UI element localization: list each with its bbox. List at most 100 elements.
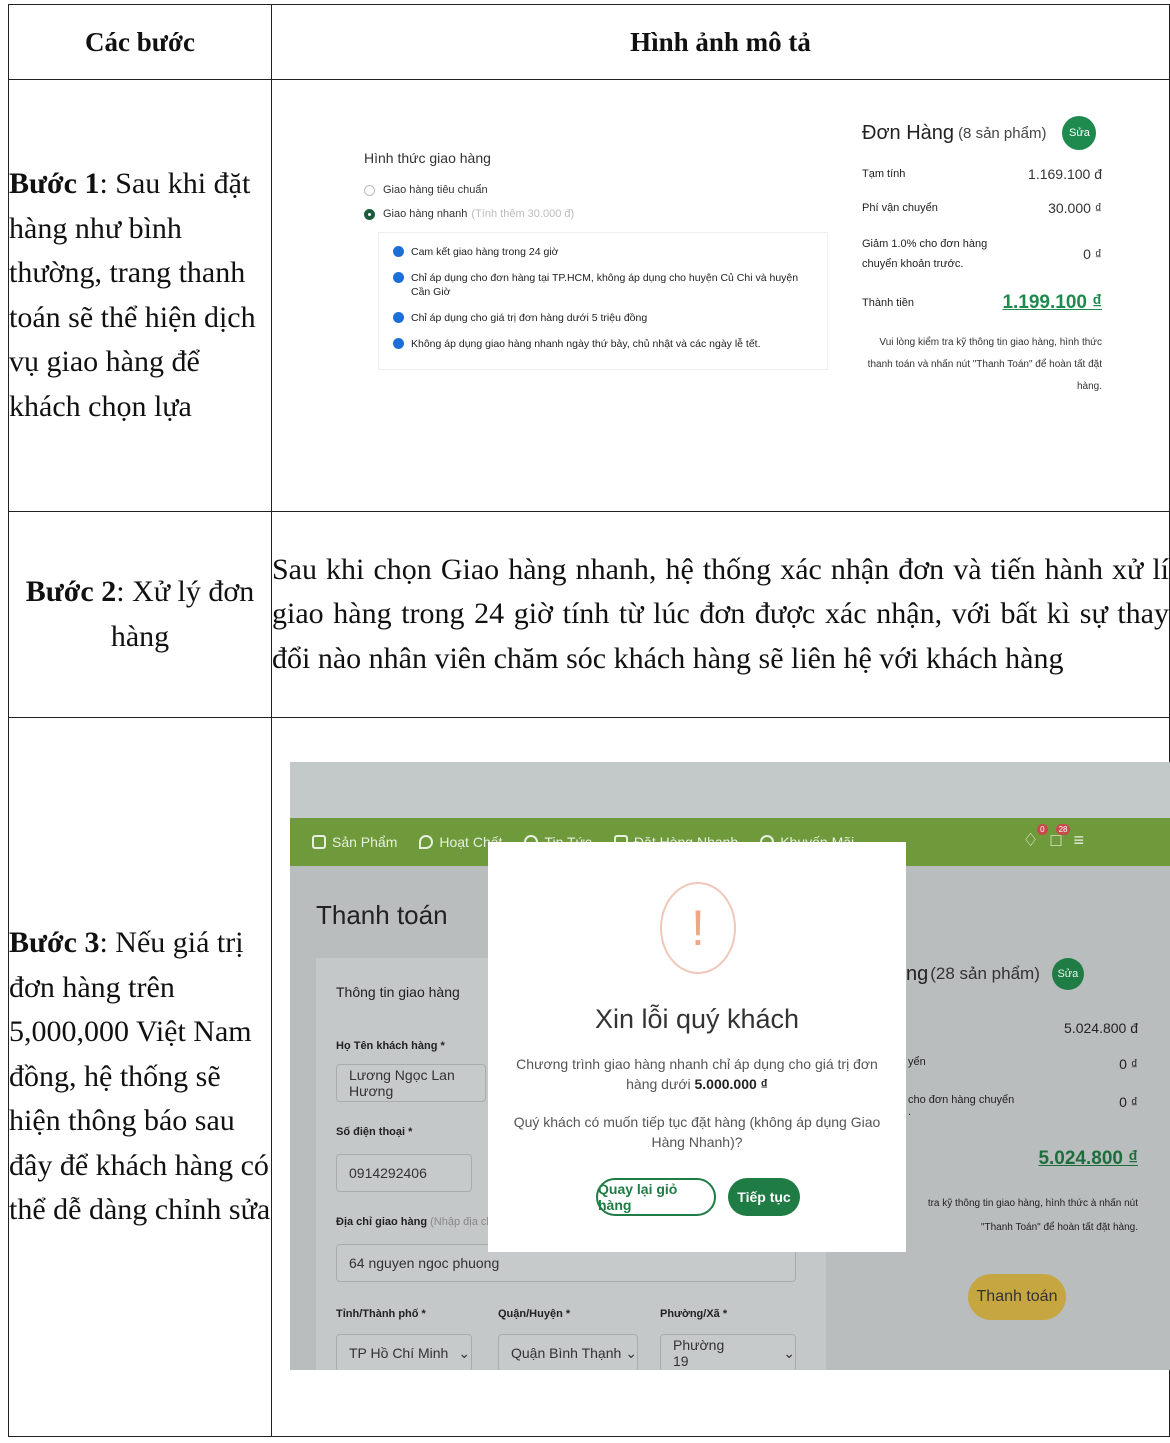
steps-table: Các bước Hình ảnh mô tả Bước 1: Sau khi …	[8, 4, 1170, 1437]
step2-title: Bước 2	[25, 575, 117, 608]
radio-standard-icon[interactable]	[364, 184, 375, 196]
discount-label: Giảm 1.0% cho đơn hàng chuyển khoản trướ…	[862, 238, 988, 270]
page-title: Thanh toán	[316, 900, 448, 930]
step2-cell: Bước 2: Xử lý đơn hàng	[8, 511, 272, 718]
discount-row: Giảm 1.0% cho đơn hàng chuyển khoản trướ…	[862, 234, 1102, 274]
shipping-title: Hình thức giao hàng	[364, 150, 491, 166]
tag-icon	[312, 835, 326, 849]
step1-text: : Sau khi đặt hàng như bình thường, tran…	[9, 167, 256, 423]
order-count: (8 sản phẩm)	[958, 124, 1047, 142]
discount-label: cho đơn hàng chuyển.	[908, 1094, 1014, 1118]
ward-label: Phường/Xã *	[660, 1308, 728, 1320]
shipping-value: 0 ₫	[1119, 1056, 1138, 1072]
info-icon	[393, 312, 404, 323]
header-steps: Các bước	[8, 4, 272, 80]
discount-value: 0 ₫	[1083, 246, 1102, 262]
order-header: Đơn Hàng (8 sản phẩm) Sửa	[862, 116, 1102, 150]
total-row: 5.024.800 ₫	[908, 1148, 1138, 1170]
name-input[interactable]: Lương Ngọc Lan Hương	[336, 1064, 486, 1102]
option-express-label: Giao hàng nhanh	[383, 208, 468, 220]
edit-order-button[interactable]: Sửa	[1051, 958, 1084, 990]
info-item: Cam kết giao hàng trong 24 giờ	[393, 245, 813, 259]
step2-description: Sau khi chọn Giao hàng nhanh, hệ thống x…	[271, 511, 1170, 718]
back-to-cart-button[interactable]: Quay lại giỏ hàng	[596, 1178, 716, 1216]
order-note: Vui lòng kiểm tra kỹ thông tin giao hàng…	[867, 337, 1102, 392]
district-select[interactable]: Quận Bình Thạnh ⌄	[498, 1334, 638, 1370]
shipping-row: yển 0 ₫	[908, 1056, 1138, 1072]
info-icon	[393, 272, 404, 283]
info-item: Chỉ áp dụng cho giá trị đơn hàng dưới 5 …	[393, 311, 813, 325]
address-label-text: Địa chỉ giao hàng	[336, 1216, 428, 1228]
info-text: Không áp dụng giao hàng nhanh ngày thứ b…	[411, 338, 761, 350]
info-text: Cam kết giao hàng trong 24 giờ	[411, 246, 559, 258]
shipping-screenshot: Hình thức giao hàng Giao hàng tiêu chuẩn…	[272, 80, 1169, 511]
phone-input[interactable]: 0914292406	[336, 1154, 472, 1192]
chevron-down-icon: ⌄	[783, 1344, 795, 1361]
warning-icon: !	[660, 882, 736, 974]
bell-icon[interactable]: ♢ 0	[1022, 824, 1048, 851]
chevron-down-icon: ⌄	[625, 1344, 637, 1361]
step3-image-cell: Sản Phẩm Hoạt Chất Tin Tức Đặt Hàng Nhan…	[271, 717, 1170, 1437]
nav-label: Sản Phẩm	[332, 834, 398, 850]
info-icon	[393, 338, 404, 349]
option-express-note: (Tính thêm 30.000 đ)	[471, 208, 575, 220]
discount-row: cho đơn hàng chuyển. 0 ₫	[908, 1094, 1138, 1118]
info-icon	[393, 246, 404, 257]
discount-label-text: cho đơn hàng chuyển	[908, 1094, 1015, 1106]
address-hint: (Nhập địa chỉ	[430, 1216, 495, 1228]
shipping-fee-value: 30.000 ₫	[1048, 200, 1102, 216]
cart-icon[interactable]: □ 28	[1051, 824, 1071, 851]
ward-select[interactable]: Phường 19 ⌄	[660, 1334, 796, 1370]
city-value: TP Hồ Chí Minh	[349, 1345, 449, 1361]
express-info-box: Cam kết giao hàng trong 24 giờ Chỉ áp dụ…	[378, 232, 828, 370]
order-title: ng	[906, 962, 929, 985]
order-title: Đơn Hàng	[862, 121, 955, 144]
form-section-title: Thông tin giao hàng	[336, 984, 460, 1000]
address-label: Địa chỉ giao hàng (Nhập địa chỉ	[336, 1216, 495, 1228]
total-row: Thành tiền 1.199.100 ₫	[862, 292, 1102, 314]
header-images: Hình ảnh mô tả	[271, 4, 1170, 80]
discount-label-tail: .	[908, 1106, 912, 1118]
pay-button[interactable]: Thanh toán	[968, 1274, 1066, 1320]
subtotal-row: Tạm tính 1.169.100 đ	[862, 166, 1102, 182]
shipping-fee-label: Phí vận chuyển	[862, 202, 938, 214]
info-item: Chỉ áp dụng cho đơn hàng tại TP.HCM, khô…	[393, 271, 813, 299]
option-express[interactable]: Giao hàng nhanh (Tính thêm 30.000 đ)	[364, 208, 824, 220]
modal-message-amount: 5.000.000 ₫	[694, 1076, 768, 1092]
radio-express-icon[interactable]	[364, 208, 375, 220]
subtotal-value: 5.024.800 đ	[1064, 1020, 1138, 1036]
option-standard-label: Giao hàng tiêu chuẩn	[383, 184, 488, 196]
chevron-down-icon: ⌄	[458, 1344, 471, 1361]
error-modal: ! Xin lỗi quý khách Chương trình giao hà…	[488, 842, 906, 1252]
option-standard[interactable]: Giao hàng tiêu chuẩn	[364, 184, 824, 196]
discount-value: 0 ₫	[1119, 1094, 1138, 1110]
step3-title: Bước 3	[9, 926, 100, 960]
order-header: ng (28 sản phẩm) Sửa	[906, 958, 1084, 990]
continue-button[interactable]: Tiếp tục	[728, 1178, 800, 1216]
district-value: Quận Bình Thạnh	[511, 1345, 622, 1361]
menu-icon[interactable]: ≡	[1073, 830, 1084, 851]
nav-products[interactable]: Sản Phẩm	[312, 834, 397, 850]
info-item: Không áp dụng giao hàng nhanh ngày thứ b…	[393, 337, 813, 351]
step2-text: : Xử lý đơn hàng	[110, 575, 255, 653]
modal-question: Quý khách có muốn tiếp tục đặt hàng (khô…	[513, 1114, 881, 1150]
subtotal-value: 1.169.100 đ	[1028, 166, 1102, 182]
subtotal-row: 5.024.800 đ	[908, 1020, 1138, 1036]
bell-badge: 0	[1037, 824, 1048, 835]
city-select[interactable]: TP Hồ Chí Minh ⌄	[336, 1334, 472, 1370]
district-label: Quận/Huyện *	[498, 1308, 571, 1320]
shipping-fee-row: Phí vận chuyển 30.000 ₫	[862, 200, 1102, 216]
order-count: (28 sản phẩm)	[930, 964, 1040, 983]
step1-image-cell: Hình thức giao hàng Giao hàng tiêu chuẩn…	[271, 79, 1170, 512]
total-label: Thành tiền	[862, 297, 914, 309]
ward-value: Phường 19	[673, 1337, 725, 1369]
top-bar	[290, 762, 1170, 818]
info-text: Chỉ áp dụng cho đơn hàng tại TP.HCM, khô…	[411, 272, 799, 298]
drop-icon	[419, 835, 434, 849]
edit-order-button[interactable]: Sửa	[1062, 116, 1097, 150]
modal-message: Chương trình giao hàng nhanh chỉ áp dụng…	[502, 1054, 892, 1094]
nav-actions: ♢ 0 □ 28 ≡	[1022, 824, 1084, 851]
info-text: Chỉ áp dụng cho giá trị đơn hàng dưới 5 …	[411, 312, 648, 324]
step1-cell: Bước 1: Sau khi đặt hàng như bình thường…	[8, 79, 272, 512]
shipping-options-panel: Hình thức giao hàng Giao hàng tiêu chuẩn…	[364, 150, 828, 370]
